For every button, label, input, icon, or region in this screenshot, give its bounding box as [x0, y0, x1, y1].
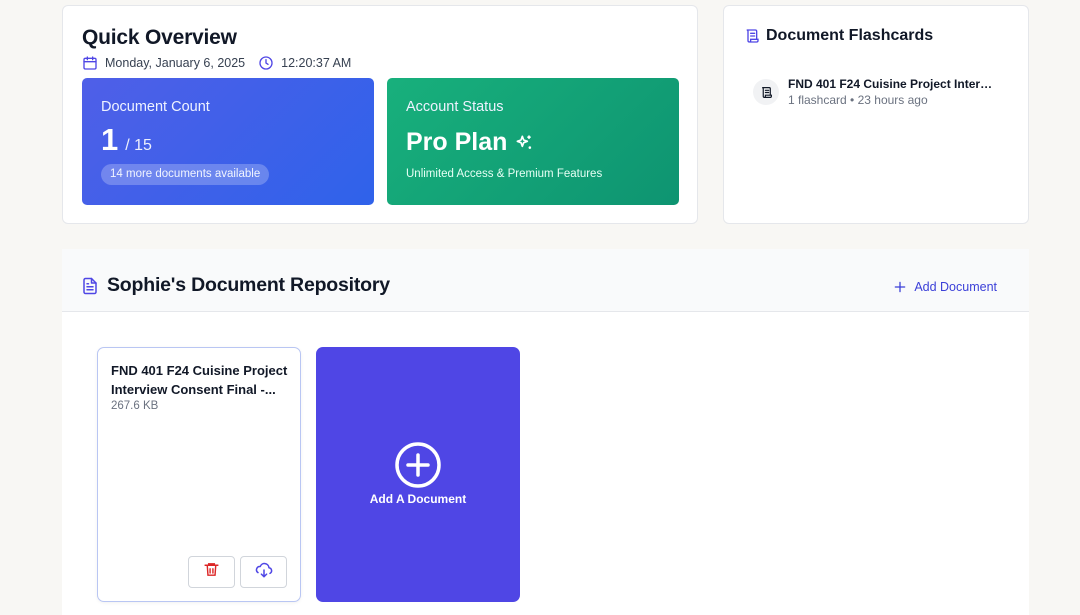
- plus-icon: [893, 280, 907, 294]
- trash-icon: [203, 561, 220, 583]
- repository-title: Sophie's Document Repository: [81, 274, 390, 297]
- download-document-button[interactable]: [240, 556, 287, 588]
- meta-separator: •: [850, 93, 858, 107]
- flashcards-title-text: Document Flashcards: [766, 27, 934, 44]
- flashcard-count: 1 flashcard: [788, 93, 847, 107]
- flashcard-time: 23 hours ago: [857, 93, 928, 107]
- document-repository: Sophie's Document Repository Add Documen…: [62, 249, 1029, 615]
- plan-description: Unlimited Access & Premium Features: [406, 168, 603, 180]
- repository-header: Sophie's Document Repository Add Documen…: [62, 249, 1029, 312]
- document-icon: [81, 276, 99, 296]
- document-tile[interactable]: FND 401 F24 Cuisine Project Interview Co…: [97, 347, 301, 602]
- sparkles-icon: [514, 133, 534, 153]
- scroll-icon: [744, 28, 760, 44]
- current-time: 12:20:37 AM: [281, 56, 352, 70]
- clock-icon: [258, 55, 274, 71]
- date-time-row: Monday, January 6, 2025 12:20:37 AM: [82, 54, 351, 72]
- document-count-label: Document Count: [101, 99, 210, 115]
- plan-name: Pro Plan: [406, 128, 534, 157]
- document-count-current: 1: [101, 122, 119, 157]
- plus-circle-icon: [394, 441, 442, 489]
- add-document-tile[interactable]: Add A Document: [316, 347, 520, 602]
- document-count-limit: / 15: [125, 137, 152, 154]
- add-document-tile-label: Add A Document: [369, 492, 467, 506]
- overview-title: Quick Overview: [82, 26, 237, 49]
- flashcard-item[interactable]: FND 401 F24 Cuisine Project Interview Co…: [753, 76, 998, 108]
- account-status-card: Account Status Pro Plan Unlimited Access…: [387, 78, 679, 205]
- document-size: 267.6 KB: [111, 400, 159, 412]
- delete-document-button[interactable]: [188, 556, 235, 588]
- cloud-download-icon: [255, 561, 273, 584]
- add-document-label: Add Document: [914, 280, 997, 294]
- add-document-link[interactable]: Add Document: [893, 280, 997, 294]
- current-date: Monday, January 6, 2025: [105, 56, 246, 70]
- repository-title-text: Sophie's Document Repository: [107, 274, 390, 296]
- account-status-label: Account Status: [406, 99, 504, 115]
- document-count-value: 1 / 15: [101, 122, 152, 158]
- remaining-documents-badge: 14 more documents available: [101, 164, 270, 185]
- flashcards-title: Document Flashcards: [744, 27, 933, 45]
- flashcards-card: Document Flashcards FND 401 F24 Cuisine …: [723, 5, 1029, 224]
- quick-overview-card: Quick Overview Monday, January 6, 2025 1…: [62, 5, 698, 224]
- scroll-icon: [753, 79, 779, 105]
- document-count-card: Document Count 1 / 15 14 more documents …: [82, 78, 374, 205]
- document-name: FND 401 F24 Cuisine Project Interview Co…: [111, 363, 288, 397]
- flashcard-item-meta: 1 flashcard • 23 hours ago: [788, 92, 998, 108]
- plan-name-text: Pro Plan: [406, 128, 508, 156]
- calendar-icon: [82, 55, 98, 71]
- flashcard-item-name: FND 401 F24 Cuisine Project Interview Co…: [788, 77, 998, 91]
